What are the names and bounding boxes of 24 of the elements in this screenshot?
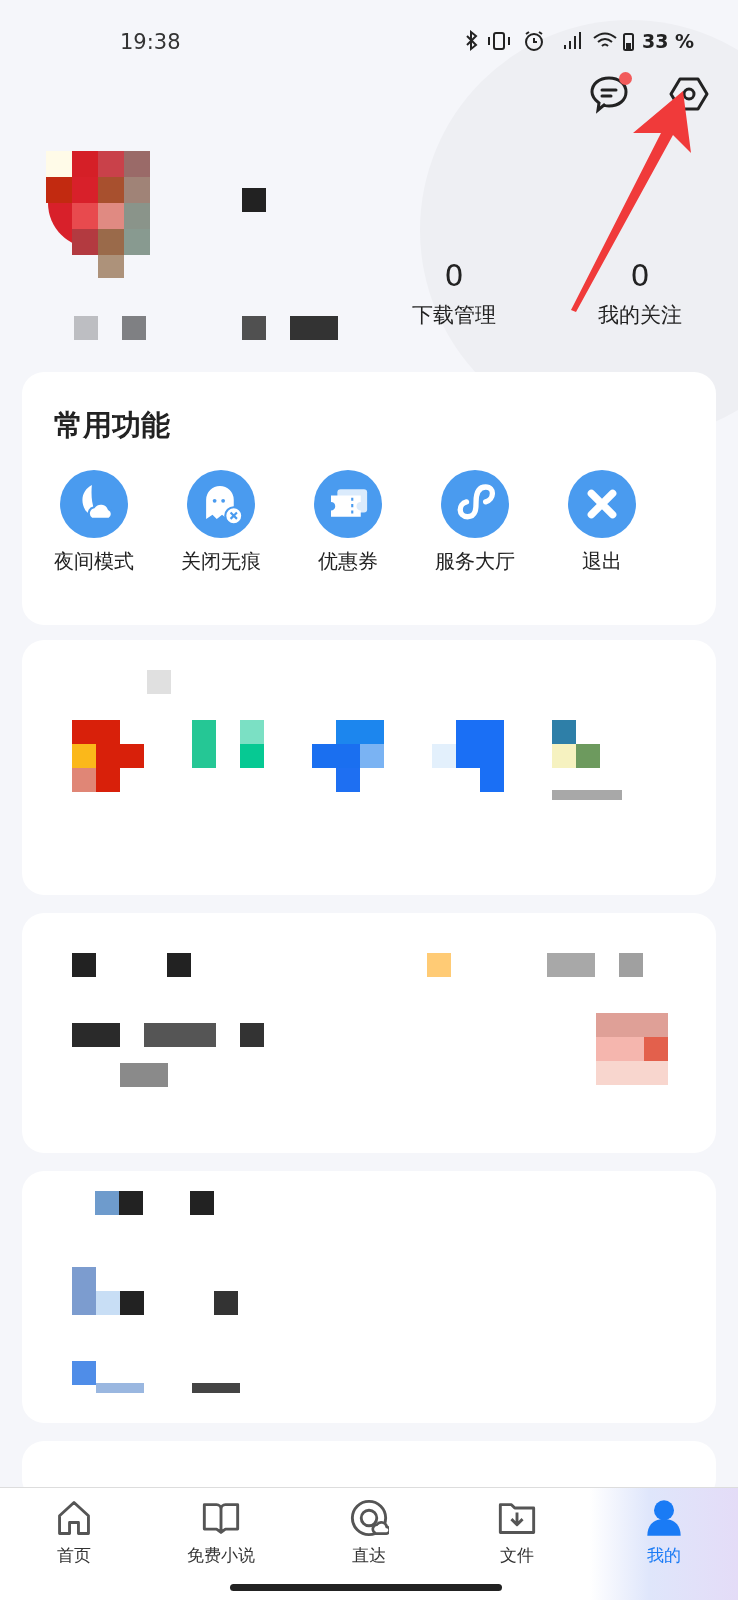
message-icon[interactable] (588, 74, 630, 114)
nav-tab[interactable]: 首页 (0, 1488, 148, 1600)
ticket-icon[interactable] (313, 470, 382, 538)
nav-tab[interactable]: 免费小说 (147, 1488, 296, 1600)
battery-percent: 33 % (641, 30, 694, 52)
compass-cloud-icon (349, 1498, 389, 1538)
nav-tab[interactable]: 直达 (295, 1488, 443, 1600)
nav-tab[interactable]: 文件 (442, 1488, 591, 1600)
function-label[interactable]: 关闭无痕 (180, 548, 261, 575)
section-title: 常用功能 (54, 407, 171, 444)
close-icon[interactable] (567, 470, 636, 538)
stat-label[interactable]: 下载管理 (412, 301, 496, 329)
stat-label[interactable]: 我的关注 (598, 301, 682, 329)
status-time: 19:38 (120, 30, 181, 54)
stat-count[interactable]: 0 (630, 258, 650, 293)
function-label[interactable]: 优惠券 (317, 548, 378, 575)
function-label[interactable]: 服务大厅 (434, 548, 515, 575)
moon-cloud-icon[interactable] (59, 470, 128, 538)
ghost-icon[interactable] (186, 470, 255, 538)
link-icon[interactable] (440, 470, 509, 538)
function-label[interactable]: 退出 (581, 548, 622, 575)
function-label[interactable]: 夜间模式 (53, 548, 134, 575)
pixelated-name (242, 188, 266, 212)
stat-count[interactable]: 0 (444, 258, 464, 293)
